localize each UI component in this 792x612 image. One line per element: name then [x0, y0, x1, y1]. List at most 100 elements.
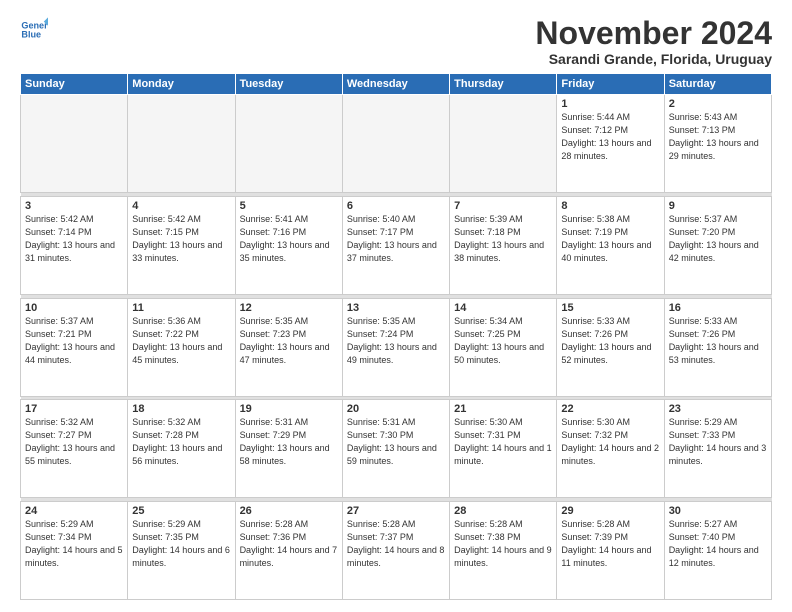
day-cell-5-5: 28Sunrise: 5:28 AMSunset: 7:38 PMDayligh…	[450, 501, 557, 599]
day-number: 22	[561, 403, 659, 415]
day-number: 7	[454, 200, 552, 212]
day-number: 5	[240, 200, 338, 212]
day-info: Sunrise: 5:27 AMSunset: 7:40 PMDaylight:…	[669, 518, 767, 570]
day-info: Sunrise: 5:32 AMSunset: 7:28 PMDaylight:…	[132, 416, 230, 468]
day-cell-3-7: 16Sunrise: 5:33 AMSunset: 7:26 PMDayligh…	[664, 298, 771, 396]
day-cell-1-2	[128, 95, 235, 193]
day-cell-5-4: 27Sunrise: 5:28 AMSunset: 7:37 PMDayligh…	[342, 501, 449, 599]
day-info: Sunrise: 5:30 AMSunset: 7:32 PMDaylight:…	[561, 416, 659, 468]
header-thursday: Thursday	[450, 74, 557, 95]
day-info: Sunrise: 5:39 AMSunset: 7:18 PMDaylight:…	[454, 213, 552, 265]
day-cell-5-1: 24Sunrise: 5:29 AMSunset: 7:34 PMDayligh…	[21, 501, 128, 599]
week-row-2: 3Sunrise: 5:42 AMSunset: 7:14 PMDaylight…	[21, 196, 772, 294]
day-number: 2	[669, 98, 767, 110]
day-number: 25	[132, 505, 230, 517]
day-cell-5-6: 29Sunrise: 5:28 AMSunset: 7:39 PMDayligh…	[557, 501, 664, 599]
day-number: 10	[25, 302, 123, 314]
week-row-4: 17Sunrise: 5:32 AMSunset: 7:27 PMDayligh…	[21, 400, 772, 498]
day-info: Sunrise: 5:28 AMSunset: 7:38 PMDaylight:…	[454, 518, 552, 570]
day-number: 20	[347, 403, 445, 415]
day-info: Sunrise: 5:29 AMSunset: 7:34 PMDaylight:…	[25, 518, 123, 570]
day-info: Sunrise: 5:30 AMSunset: 7:31 PMDaylight:…	[454, 416, 552, 468]
day-info: Sunrise: 5:31 AMSunset: 7:29 PMDaylight:…	[240, 416, 338, 468]
week-row-3: 10Sunrise: 5:37 AMSunset: 7:21 PMDayligh…	[21, 298, 772, 396]
subtitle: Sarandi Grande, Florida, Uruguay	[535, 51, 772, 67]
day-number: 19	[240, 403, 338, 415]
day-cell-2-3: 5Sunrise: 5:41 AMSunset: 7:16 PMDaylight…	[235, 196, 342, 294]
day-cell-3-2: 11Sunrise: 5:36 AMSunset: 7:22 PMDayligh…	[128, 298, 235, 396]
day-info: Sunrise: 5:33 AMSunset: 7:26 PMDaylight:…	[561, 315, 659, 367]
day-info: Sunrise: 5:43 AMSunset: 7:13 PMDaylight:…	[669, 111, 767, 163]
day-number: 29	[561, 505, 659, 517]
day-info: Sunrise: 5:35 AMSunset: 7:23 PMDaylight:…	[240, 315, 338, 367]
day-info: Sunrise: 5:31 AMSunset: 7:30 PMDaylight:…	[347, 416, 445, 468]
day-cell-3-1: 10Sunrise: 5:37 AMSunset: 7:21 PMDayligh…	[21, 298, 128, 396]
day-info: Sunrise: 5:28 AMSunset: 7:37 PMDaylight:…	[347, 518, 445, 570]
day-cell-1-4	[342, 95, 449, 193]
day-info: Sunrise: 5:40 AMSunset: 7:17 PMDaylight:…	[347, 213, 445, 265]
day-info: Sunrise: 5:42 AMSunset: 7:14 PMDaylight:…	[25, 213, 123, 265]
day-number: 9	[669, 200, 767, 212]
day-number: 21	[454, 403, 552, 415]
month-title: November 2024	[535, 16, 772, 51]
day-cell-2-5: 7Sunrise: 5:39 AMSunset: 7:18 PMDaylight…	[450, 196, 557, 294]
day-info: Sunrise: 5:29 AMSunset: 7:33 PMDaylight:…	[669, 416, 767, 468]
weekday-header-row: Sunday Monday Tuesday Wednesday Thursday…	[21, 74, 772, 95]
day-cell-5-7: 30Sunrise: 5:27 AMSunset: 7:40 PMDayligh…	[664, 501, 771, 599]
day-info: Sunrise: 5:38 AMSunset: 7:19 PMDaylight:…	[561, 213, 659, 265]
day-info: Sunrise: 5:33 AMSunset: 7:26 PMDaylight:…	[669, 315, 767, 367]
day-cell-3-6: 15Sunrise: 5:33 AMSunset: 7:26 PMDayligh…	[557, 298, 664, 396]
day-number: 12	[240, 302, 338, 314]
logo: General Blue	[20, 16, 48, 44]
day-cell-3-3: 12Sunrise: 5:35 AMSunset: 7:23 PMDayligh…	[235, 298, 342, 396]
day-number: 26	[240, 505, 338, 517]
day-info: Sunrise: 5:28 AMSunset: 7:39 PMDaylight:…	[561, 518, 659, 570]
header-wednesday: Wednesday	[342, 74, 449, 95]
day-cell-5-2: 25Sunrise: 5:29 AMSunset: 7:35 PMDayligh…	[128, 501, 235, 599]
day-number: 30	[669, 505, 767, 517]
day-number: 4	[132, 200, 230, 212]
day-cell-3-5: 14Sunrise: 5:34 AMSunset: 7:25 PMDayligh…	[450, 298, 557, 396]
day-number: 23	[669, 403, 767, 415]
day-number: 28	[454, 505, 552, 517]
week-row-5: 24Sunrise: 5:29 AMSunset: 7:34 PMDayligh…	[21, 501, 772, 599]
day-cell-5-3: 26Sunrise: 5:28 AMSunset: 7:36 PMDayligh…	[235, 501, 342, 599]
day-cell-4-2: 18Sunrise: 5:32 AMSunset: 7:28 PMDayligh…	[128, 400, 235, 498]
day-number: 3	[25, 200, 123, 212]
day-cell-4-3: 19Sunrise: 5:31 AMSunset: 7:29 PMDayligh…	[235, 400, 342, 498]
day-number: 11	[132, 302, 230, 314]
day-number: 8	[561, 200, 659, 212]
day-info: Sunrise: 5:41 AMSunset: 7:16 PMDaylight:…	[240, 213, 338, 265]
day-number: 17	[25, 403, 123, 415]
day-number: 13	[347, 302, 445, 314]
svg-text:Blue: Blue	[21, 30, 41, 40]
day-number: 14	[454, 302, 552, 314]
header: General Blue November 2024 Sarandi Grand…	[20, 16, 772, 67]
day-number: 27	[347, 505, 445, 517]
header-tuesday: Tuesday	[235, 74, 342, 95]
day-info: Sunrise: 5:37 AMSunset: 7:20 PMDaylight:…	[669, 213, 767, 265]
page: General Blue November 2024 Sarandi Grand…	[0, 0, 792, 612]
day-info: Sunrise: 5:35 AMSunset: 7:24 PMDaylight:…	[347, 315, 445, 367]
day-cell-4-6: 22Sunrise: 5:30 AMSunset: 7:32 PMDayligh…	[557, 400, 664, 498]
day-cell-2-7: 9Sunrise: 5:37 AMSunset: 7:20 PMDaylight…	[664, 196, 771, 294]
logo-icon: General Blue	[20, 16, 48, 44]
day-cell-4-7: 23Sunrise: 5:29 AMSunset: 7:33 PMDayligh…	[664, 400, 771, 498]
day-number: 15	[561, 302, 659, 314]
calendar-table: Sunday Monday Tuesday Wednesday Thursday…	[20, 73, 772, 600]
day-info: Sunrise: 5:36 AMSunset: 7:22 PMDaylight:…	[132, 315, 230, 367]
day-cell-1-6: 1Sunrise: 5:44 AMSunset: 7:12 PMDaylight…	[557, 95, 664, 193]
week-row-1: 1Sunrise: 5:44 AMSunset: 7:12 PMDaylight…	[21, 95, 772, 193]
day-info: Sunrise: 5:34 AMSunset: 7:25 PMDaylight:…	[454, 315, 552, 367]
day-number: 1	[561, 98, 659, 110]
day-cell-4-4: 20Sunrise: 5:31 AMSunset: 7:30 PMDayligh…	[342, 400, 449, 498]
day-cell-1-7: 2Sunrise: 5:43 AMSunset: 7:13 PMDaylight…	[664, 95, 771, 193]
day-number: 24	[25, 505, 123, 517]
day-cell-2-6: 8Sunrise: 5:38 AMSunset: 7:19 PMDaylight…	[557, 196, 664, 294]
title-block: November 2024 Sarandi Grande, Florida, U…	[535, 16, 772, 67]
day-info: Sunrise: 5:28 AMSunset: 7:36 PMDaylight:…	[240, 518, 338, 570]
day-cell-2-2: 4Sunrise: 5:42 AMSunset: 7:15 PMDaylight…	[128, 196, 235, 294]
day-number: 6	[347, 200, 445, 212]
day-info: Sunrise: 5:37 AMSunset: 7:21 PMDaylight:…	[25, 315, 123, 367]
day-cell-4-5: 21Sunrise: 5:30 AMSunset: 7:31 PMDayligh…	[450, 400, 557, 498]
